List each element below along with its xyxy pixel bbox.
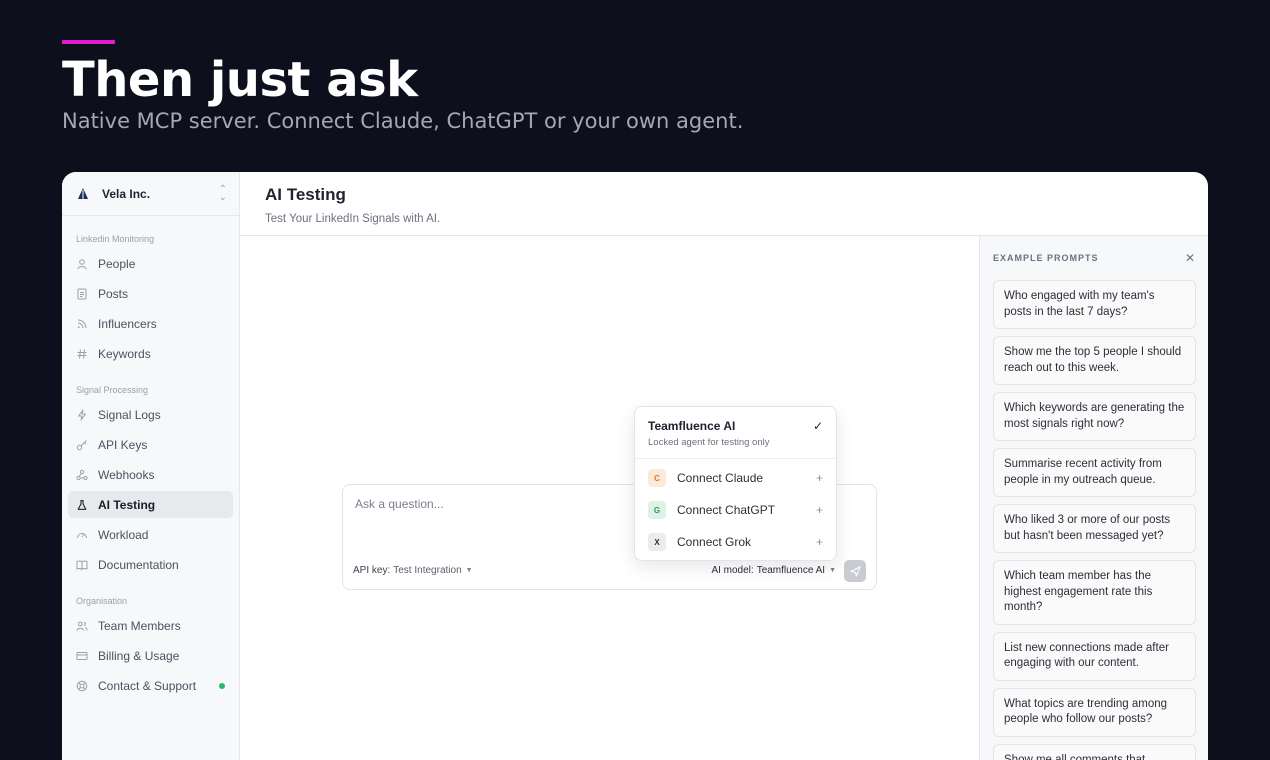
sidebar-section-label: Organisation [76, 596, 128, 606]
online-status-dot [219, 682, 225, 689]
provider-badge: G [648, 501, 666, 519]
sidebar-item-contact-support[interactable]: Contact & Support [68, 672, 233, 699]
sidebar-section-label: Signal Processing [76, 385, 149, 395]
send-button[interactable] [844, 560, 866, 582]
selected-model-option[interactable]: Teamfluence AI Locked agent for testing … [635, 407, 836, 459]
support-icon [76, 680, 88, 692]
connect-option-chatgpt[interactable]: G Connect ChatGPT + [635, 494, 836, 526]
sidebar-item-people[interactable]: People [68, 250, 233, 277]
connect-option-label: Connect Claude [677, 471, 764, 485]
example-prompt-card[interactable]: Summarise recent activity from people in… [993, 448, 1196, 497]
page-header: AI Testing Test Your LinkedIn Signals wi… [240, 172, 1208, 236]
sidebar-item-label: Posts [98, 286, 129, 301]
provider-badge: X [648, 533, 666, 551]
org-name: Vela Inc. [102, 186, 151, 201]
credit-card-icon [76, 650, 88, 662]
chevron-updown-icon: ⌃ ⌄ [218, 183, 227, 203]
model-dropdown: Teamfluence AI Locked agent for testing … [634, 406, 837, 561]
connect-option-label: Connect ChatGPT [677, 503, 776, 517]
connect-option-claude[interactable]: C Connect Claude + [635, 462, 836, 494]
ai-model-value: Teamfluence AI [756, 565, 826, 576]
send-icon [849, 565, 861, 577]
gauge-icon [76, 529, 88, 541]
sidebar-item-label: Signal Logs [98, 407, 161, 422]
selected-model-title: Teamfluence AI [648, 419, 736, 433]
sidebar-item-label: API Keys [98, 437, 148, 452]
sidebar-item-label: Documentation [98, 557, 179, 572]
hero-title: Then just ask [62, 52, 418, 108]
selected-model-subtitle: Locked agent for testing only [648, 437, 770, 448]
example-prompt-card[interactable]: Who liked 3 or more of our posts but has… [993, 504, 1196, 553]
sidebar-item-label: AI Testing [98, 497, 156, 512]
sail-logo-icon [76, 187, 90, 201]
webhook-icon [76, 469, 88, 481]
sidebar-item-team-members[interactable]: Team Members [68, 612, 233, 639]
sidebar-item-documentation[interactable]: Documentation [68, 551, 233, 578]
connect-option-label: Connect Grok [677, 535, 752, 549]
rss-icon [76, 318, 88, 330]
sidebar-item-label: Contact & Support [98, 678, 197, 693]
example-prompt-card[interactable]: List new connections made after engaging… [993, 631, 1196, 681]
sidebar-item-keywords[interactable]: Keywords [68, 340, 233, 367]
sidebar-item-webhooks[interactable]: Webhooks [68, 461, 233, 488]
user-icon [76, 258, 88, 270]
prompts-title: EXAMPLE PROMPTS [993, 253, 1099, 263]
ai-model-label: AI model: [711, 565, 754, 576]
chevron-down-icon: ▼ [465, 567, 473, 574]
example-prompt-card[interactable]: Which keywords are generating the most s… [993, 392, 1196, 441]
sidebar-item-label: Keywords [98, 346, 151, 361]
sidebar-item-label: Team Members [98, 618, 181, 633]
hero-subtitle: Native MCP server. Connect Claude, ChatG… [62, 109, 744, 133]
sidebar-item-billing-usage[interactable]: Billing & Usage [68, 642, 233, 669]
book-icon [76, 559, 88, 571]
key-icon [76, 439, 88, 451]
plus-icon: + [815, 535, 823, 549]
sidebar-item-api-keys[interactable]: API Keys [68, 431, 233, 458]
api-key-label: API key: [353, 565, 391, 576]
sidebar-item-posts[interactable]: Posts [68, 280, 233, 307]
example-prompt-card[interactable]: Show me the top 5 people I should reach … [993, 336, 1196, 385]
example-prompt-card[interactable]: What topics are trending among people wh… [993, 687, 1196, 737]
sidebar-item-label: Influencers [98, 316, 157, 331]
main-area: AI Testing Test Your LinkedIn Signals wi… [240, 172, 1208, 760]
plus-icon: + [815, 471, 823, 485]
sidebar-item-label: Billing & Usage [98, 648, 180, 663]
page-title: AI Testing [265, 185, 346, 204]
plus-icon: + [815, 503, 823, 517]
sidebar-item-label: Webhooks [98, 467, 155, 482]
hash-icon [76, 348, 88, 360]
example-prompt-card[interactable]: Who engaged with my team's posts in the … [993, 280, 1196, 329]
users-icon [76, 620, 88, 632]
sidebar-item-label: People [98, 256, 136, 271]
page-subtitle: Test Your LinkedIn Signals with AI. [265, 213, 441, 225]
check-icon: ✓ [812, 419, 823, 433]
close-icon[interactable]: ✕ [1185, 252, 1195, 280]
sidebar: Vela Inc. ⌃ ⌄ Linkedin Monitoring People Po… [62, 172, 240, 760]
example-prompt-card[interactable]: Which team member has the highest engage… [993, 560, 1196, 625]
sidebar-item-signal-logs[interactable]: Signal Logs [68, 401, 233, 428]
sidebar-item-label: Workload [98, 527, 149, 542]
org-switcher[interactable]: Vela Inc. ⌃ ⌄ [62, 172, 239, 216]
ai-model-selector[interactable]: AI model: Teamfluence AI ▼ [711, 565, 836, 576]
example-prompts-panel: EXAMPLE PROMPTS ✕ Who engaged with my te… [979, 236, 1208, 760]
example-prompt-card[interactable]: Show me all comments that mention pricin… [993, 743, 1196, 760]
sidebar-item-workload[interactable]: Workload [68, 521, 233, 548]
document-icon [76, 288, 88, 300]
sidebar-section-label: Linkedin Monitoring [76, 234, 155, 244]
api-key-selector[interactable]: API key: Test Integration ▼ [353, 565, 473, 576]
chevron-down-icon: ▼ [829, 567, 836, 574]
bolt-icon [76, 409, 88, 421]
connect-option-grok[interactable]: X Connect Grok + [635, 526, 836, 558]
api-key-value: Test Integration [393, 565, 462, 576]
question-input[interactable] [355, 497, 625, 511]
provider-badge: C [648, 469, 666, 487]
app-window: Vela Inc. ⌃ ⌄ Linkedin Monitoring People Po… [62, 172, 1208, 760]
accent-bar [62, 40, 115, 44]
chat-workspace: API key: Test Integration ▼ AI model: Te… [240, 236, 979, 760]
sidebar-item-ai-testing[interactable]: AI Testing [68, 491, 233, 518]
flask-icon [76, 499, 88, 511]
sidebar-item-influencers[interactable]: Influencers [68, 310, 233, 337]
